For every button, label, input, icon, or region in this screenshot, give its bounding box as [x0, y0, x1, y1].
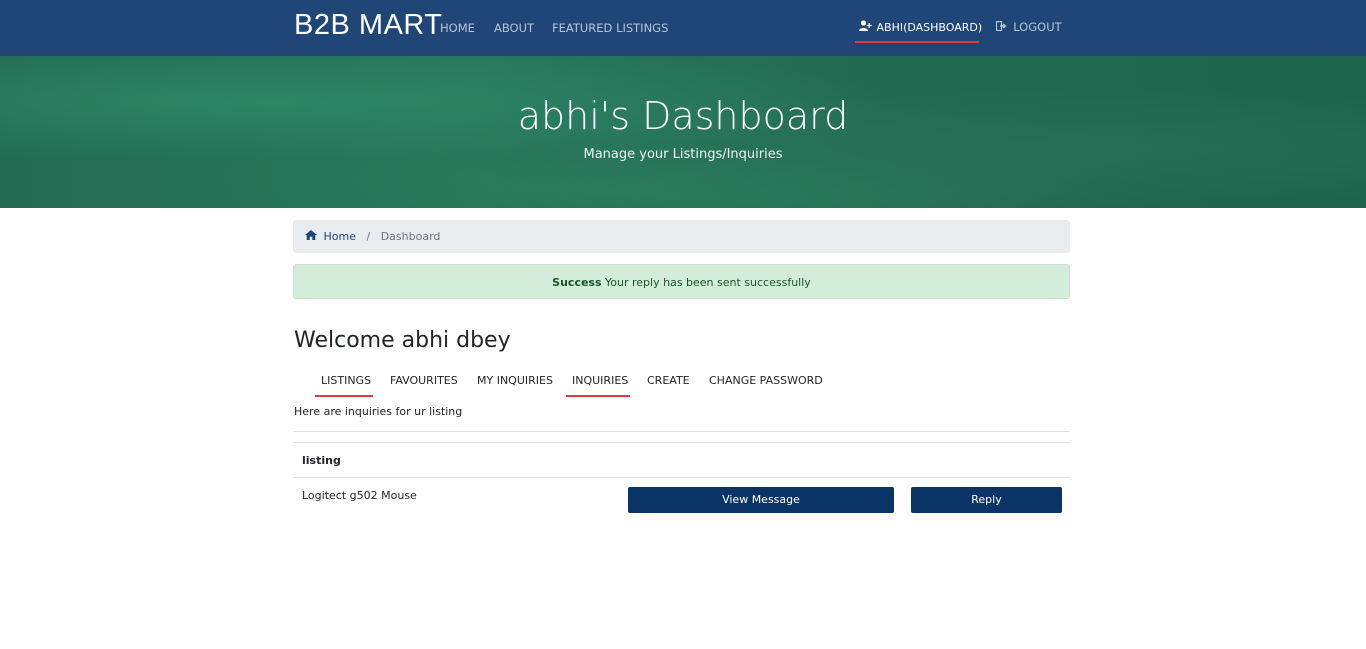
- breadcrumb-current: Dashboard: [380, 230, 441, 243]
- nav-dashboard-label: ABHI(DASHBOARD): [876, 21, 983, 34]
- divider: [293, 431, 1070, 432]
- table-header-listing: listing: [302, 454, 341, 467]
- home-icon: [305, 230, 321, 243]
- tab-listings[interactable]: LISTINGS: [315, 374, 373, 397]
- welcome-heading: Welcome abhi dbey: [294, 328, 511, 353]
- top-navbar: B2B MART HOME ABOUT FEATURED LISTINGS AB…: [0, 0, 1366, 56]
- tab-create[interactable]: CREATE: [647, 374, 690, 397]
- user-plus-icon: [859, 20, 873, 34]
- listing-name-cell: Logitect g502 Mouse: [302, 489, 417, 502]
- table-top-border: [293, 442, 1070, 443]
- tab-change-password[interactable]: CHANGE PASSWORD: [709, 374, 823, 397]
- nav-about-link[interactable]: ABOUT: [494, 21, 534, 35]
- brand-logo[interactable]: B2B MART: [294, 9, 443, 42]
- nav-dashboard-link[interactable]: ABHI(DASHBOARD): [855, 14, 982, 43]
- success-alert: Success Your reply has been sent success…: [293, 264, 1070, 299]
- table-header-border: [293, 477, 1070, 478]
- hero-banner: abhi's Dashboard Manage your Listings/In…: [0, 56, 1366, 208]
- tab-my-inquiries[interactable]: MY INQUIRIES: [477, 374, 553, 397]
- breadcrumb: Home / Dashboard: [293, 220, 1070, 253]
- breadcrumb-home-link[interactable]: Home: [305, 230, 359, 243]
- breadcrumb-home-label: Home: [323, 230, 356, 243]
- nav-featured-listings-link[interactable]: FEATURED LISTINGS: [552, 21, 668, 35]
- tab-favourites[interactable]: FAVOURITES: [390, 374, 458, 397]
- view-message-button[interactable]: View Message: [628, 487, 894, 513]
- alert-strong-text: Success: [552, 276, 602, 289]
- inquiries-intro-text: Here are inquiries for ur listing: [294, 405, 463, 418]
- nav-logout-label: LOGOUT: [1013, 20, 1062, 34]
- alert-message: Your reply has been sent successfully: [605, 276, 811, 289]
- tab-inquiries[interactable]: INQUIRIES: [566, 374, 630, 397]
- reply-button[interactable]: Reply: [911, 487, 1062, 513]
- breadcrumb-separator: /: [366, 230, 371, 243]
- hero-title: abhi's Dashboard: [517, 94, 849, 138]
- nav-logout-link[interactable]: LOGOUT: [995, 20, 1062, 34]
- hero-subtitle: Manage your Listings/Inquiries: [583, 147, 783, 162]
- sign-out-icon: [995, 20, 1010, 34]
- nav-home-link[interactable]: HOME: [440, 21, 475, 35]
